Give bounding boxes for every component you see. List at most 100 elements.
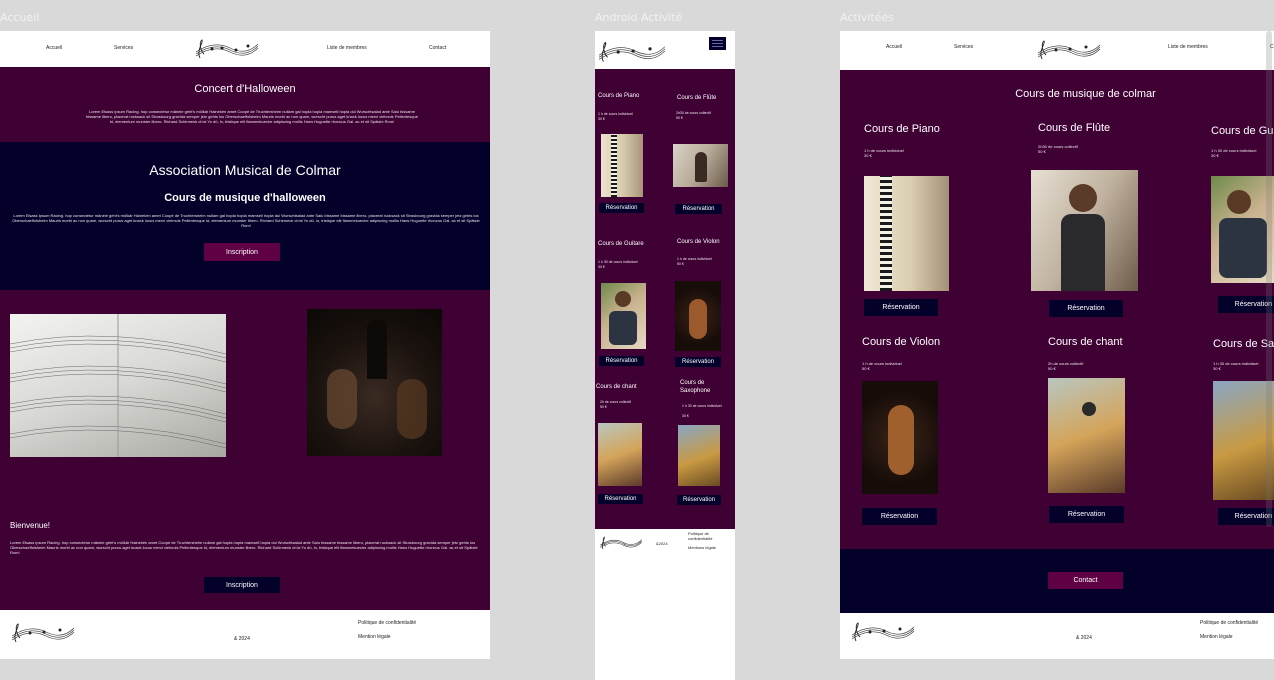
m-flute-price: 50 €: [676, 116, 683, 120]
m-chant-info: 2h de cours collectif: [600, 400, 631, 404]
m-guitare-info: 1 h 30 de cours individuel: [598, 260, 638, 264]
m-guitare-price: 30 €: [598, 265, 605, 269]
a-footer-mention-link[interactable]: Mention légale: [1200, 634, 1233, 640]
mobile-footer-logo-icon[interactable]: [599, 535, 643, 551]
a-chant-title: Cours de chant: [1048, 336, 1123, 348]
a-flute-price: 50 €: [1038, 149, 1046, 154]
m-saxo-price: 30 €: [682, 414, 689, 418]
frame-label-activites: Activitées: [840, 11, 894, 24]
cello-shape: [327, 369, 357, 429]
frame-label-accueil: Accueil: [0, 11, 40, 24]
a-nav-accueil[interactable]: Accueil: [886, 44, 902, 50]
footer-mention-link[interactable]: Mention légale: [358, 634, 391, 640]
concert-title: Concert d'Halloween: [194, 83, 296, 95]
inscription-button-2[interactable]: Inscription: [204, 577, 280, 593]
a-footer-politique-link[interactable]: Politique de confidentialité: [1200, 620, 1258, 626]
activites-scrollbar[interactable]: [1266, 31, 1272, 527]
m-chant-title: Cours de chant: [596, 384, 637, 390]
m-flute-title: Cours de Flûte: [677, 95, 717, 101]
a-flute-title: Cours de Flûte: [1038, 122, 1111, 134]
bienvenue-text: Lorem Elsass ipsum Racing. hop consectet…: [10, 540, 478, 556]
m-flute-info: 2h30 de cours collectif: [676, 111, 711, 115]
m-guitare-image: [601, 283, 646, 349]
nav-contact[interactable]: Contact: [429, 45, 446, 51]
mobile-footer-year: &2024: [656, 541, 668, 546]
a-piano-reservation-button[interactable]: Réservation: [864, 299, 938, 316]
footer-politique-link[interactable]: Politique de confidentialité: [358, 620, 416, 626]
mobile-footer: &2024 Politique de confidentialité Menti…: [595, 529, 735, 569]
a-violon-title: Cours de Violon: [862, 336, 941, 348]
m-guitare-reservation-button[interactable]: Réservation: [599, 356, 644, 366]
m-violon-image: [675, 281, 721, 351]
violin-shape: [397, 379, 427, 439]
a-piano-title: Cours de Piano: [864, 123, 940, 135]
m-saxo-image: [678, 425, 720, 486]
activites-title: Cours de musique de colmar: [1015, 88, 1156, 100]
activites-contact-section: Contact: [840, 549, 1274, 613]
association-title: Association Musical de Colmar: [149, 162, 341, 178]
a-piano-price: 30 €: [864, 153, 872, 158]
m-violon-price: 50 €: [677, 262, 684, 266]
nav-membres[interactable]: Liste de membres: [327, 45, 367, 51]
activites-frame: Accueil Services Liste de membres C Cour…: [840, 31, 1274, 659]
m-violon-title: Cours de Violon: [677, 239, 720, 245]
m-saxo-reservation-button[interactable]: Réservation: [677, 495, 721, 505]
a-chant-price: 50 €: [1048, 366, 1056, 371]
m-chant-reservation-button[interactable]: Réservation: [598, 494, 643, 504]
a-saxo-title-cut: Cours de Sa: [1213, 338, 1274, 350]
android-frame: Cours de Piano 1 h de cours individuel 3…: [595, 31, 735, 680]
a-flute-reservation-button[interactable]: Réservation: [1049, 300, 1123, 317]
accueil-frame: Accueil Services Liste de membres Contac…: [0, 31, 490, 659]
sheet-music-lines: [10, 314, 226, 457]
welcome-section: Bienvenue! Lorem Elsass ipsum Racing. ho…: [0, 290, 490, 610]
footer-logo-icon[interactable]: [10, 622, 76, 644]
a-chant-reservation-button[interactable]: Réservation: [1049, 506, 1124, 523]
footer: & 2024 Politique de confidentialité Ment…: [0, 610, 490, 659]
m-flute-reservation-button[interactable]: Réservation: [675, 204, 722, 214]
a-piano-image: [864, 176, 949, 291]
a-violon-image: [862, 381, 938, 494]
m-violon-reservation-button[interactable]: Réservation: [675, 357, 721, 367]
nav-services[interactable]: Services: [114, 45, 133, 51]
hamburger-menu-icon[interactable]: [709, 37, 726, 50]
m-chant-price: 50 €: [600, 405, 607, 409]
musician-silhouette: [367, 319, 387, 379]
activites-footer: & 2024 Politique de confidentialité Ment…: [840, 613, 1274, 659]
mobile-footer-mentions-link[interactable]: Mentions légale: [688, 545, 716, 550]
inscription-button[interactable]: Inscription: [204, 243, 280, 261]
a-violon-reservation-button[interactable]: Réservation: [862, 508, 937, 525]
m-piano-title: Cours de Piano: [598, 93, 640, 99]
a-footer-logo-icon[interactable]: [850, 621, 916, 643]
mobile-logo-icon[interactable]: [597, 39, 667, 65]
m-piano-reservation-button[interactable]: Réservation: [599, 203, 644, 213]
association-section: Association Musical de Colmar Cours de m…: [0, 142, 490, 290]
mobile-courses-section: Cours de Piano 1 h de cours individuel 3…: [595, 69, 735, 529]
activites-courses-section: Cours de musique de colmar Cours de Pian…: [840, 70, 1274, 549]
top-nav: Accueil Services Liste de membres Contac…: [0, 31, 490, 67]
nav-accueil[interactable]: Accueil: [46, 45, 62, 51]
m-saxo-title: Cours de Saxophone: [680, 380, 711, 394]
a-nav-services[interactable]: Services: [954, 44, 973, 50]
bienvenue-title: Bienvenue!: [10, 521, 51, 530]
a-violon-price: 50 €: [862, 366, 870, 371]
a-guitare-price: 30 €: [1211, 153, 1219, 158]
halloween-text: Lorem Elsass ipsum Racing. hop consectet…: [12, 213, 480, 229]
a-chant-image: [1048, 378, 1125, 493]
music-logo-icon[interactable]: [194, 38, 260, 60]
a-footer-year: & 2024: [1076, 635, 1092, 641]
a-contact-button[interactable]: Contact: [1048, 572, 1123, 589]
mobile-footer-politique-link[interactable]: Politique de confidentialité: [688, 531, 732, 541]
orchestra-image: [307, 309, 442, 456]
a-guitare-image: [1211, 176, 1274, 283]
m-saxo-info: 1 h 30 de cours individuel: [682, 404, 722, 408]
concert-section: Concert d'Halloween Lorem Elsass ipsum R…: [0, 67, 490, 142]
m-chant-image: [598, 423, 642, 486]
m-piano-image: [601, 134, 643, 197]
a-music-logo-icon[interactable]: [1036, 39, 1102, 61]
activites-top-nav: Accueil Services Liste de membres C: [840, 31, 1274, 70]
a-saxo-image: [1213, 381, 1274, 500]
footer-year: & 2024: [234, 636, 250, 642]
sheet-music-image: [10, 314, 226, 457]
a-nav-membres[interactable]: Liste de membres: [1168, 44, 1208, 50]
halloween-title: Cours de musique d'halloween: [164, 192, 326, 204]
